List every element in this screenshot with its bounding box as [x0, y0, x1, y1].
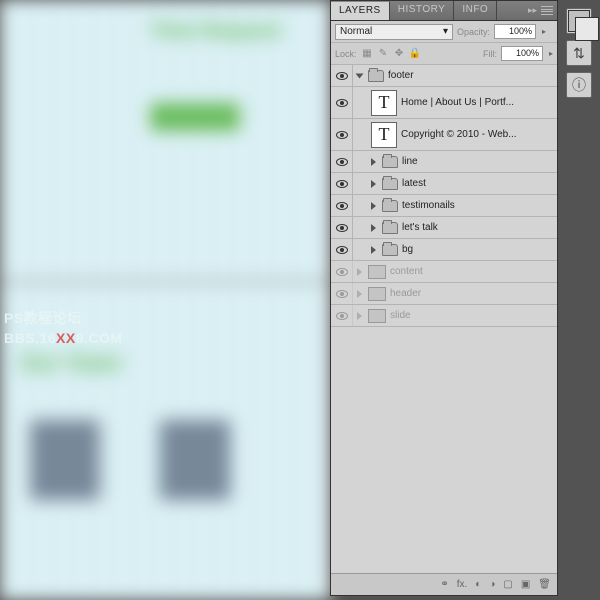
layers-list[interactable]: footer T Home | About Us | Portf... T Copy…: [331, 65, 557, 573]
layer-name[interactable]: footer: [388, 70, 414, 81]
folder-icon: [368, 265, 386, 279]
visibility-toggle[interactable]: [331, 239, 353, 260]
disclosure-icon[interactable]: [356, 73, 364, 78]
visibility-toggle[interactable]: [331, 87, 353, 118]
folder-icon: [382, 156, 398, 168]
disclosure-icon[interactable]: [371, 180, 376, 188]
lock-paint-icon[interactable]: ✎: [377, 48, 390, 59]
link-layers-icon[interactable]: ⚭: [440, 579, 448, 590]
folder-icon: [368, 287, 386, 301]
layer-name[interactable]: line: [402, 156, 418, 167]
tab-history[interactable]: HISTORY: [390, 1, 455, 20]
layer-group-bg[interactable]: bg: [331, 239, 557, 261]
opacity-input[interactable]: 100%: [494, 24, 536, 39]
lock-row: Lock: ▦ ✎ ✥ 🔒 Fill: 100% ▸: [331, 43, 557, 65]
layer-dim-content[interactable]: content: [331, 261, 557, 283]
folder-icon: [368, 309, 386, 323]
layer-dim-slide[interactable]: slide: [331, 305, 557, 327]
visibility-toggle[interactable]: [331, 217, 353, 238]
side-color-swatch[interactable]: [566, 8, 592, 34]
fill-label: Fill:: [483, 49, 497, 59]
tab-layers[interactable]: LAYERS: [331, 1, 390, 20]
blend-mode-select[interactable]: Normal▾: [335, 24, 453, 40]
layer-group-footer[interactable]: footer: [331, 65, 557, 87]
new-folder-icon[interactable]: ▢: [503, 579, 512, 590]
fx-icon[interactable]: fx.: [457, 579, 468, 590]
panel-menu-icon[interactable]: [541, 6, 553, 16]
layer-group-latest[interactable]: latest: [331, 173, 557, 195]
collapse-icon[interactable]: ▸▸: [528, 5, 537, 16]
side-tool-adjust[interactable]: ⇅: [566, 40, 592, 66]
disclosure-icon[interactable]: [371, 246, 376, 254]
layer-name[interactable]: Copyright © 2010 - Web...: [401, 129, 517, 140]
side-tool-info[interactable]: ⓘ: [566, 72, 592, 98]
layer-name[interactable]: slide: [390, 310, 411, 321]
folder-icon: [382, 244, 398, 256]
visibility-toggle[interactable]: [331, 195, 353, 216]
opacity-dropdown-icon[interactable]: ▸: [542, 27, 546, 36]
blend-row: Normal▾ Opacity: 100% ▸: [331, 21, 557, 43]
layer-name[interactable]: bg: [402, 244, 413, 255]
adjustment-icon[interactable]: ◑: [489, 579, 495, 590]
layer-name[interactable]: testimonails: [402, 200, 455, 211]
disclosure-icon[interactable]: [371, 224, 376, 232]
layer-name[interactable]: let's talk: [402, 222, 438, 233]
layer-group-testimonails[interactable]: testimonails: [331, 195, 557, 217]
disclosure-icon[interactable]: [371, 202, 376, 210]
mask-icon[interactable]: ◐: [475, 579, 481, 590]
folder-icon: [368, 70, 384, 82]
layer-group-letstalk[interactable]: let's talk: [331, 217, 557, 239]
fill-dropdown-icon[interactable]: ▸: [549, 49, 553, 58]
layers-footer: ⚭ fx. ◐ ◑ ▢ ▣ 🗑: [331, 573, 557, 595]
disclosure-icon[interactable]: [357, 268, 362, 276]
lock-position-icon[interactable]: ✥: [393, 48, 406, 59]
text-layer-icon: T: [371, 122, 397, 148]
watermark-text: PS教程论坛 BBS.16XX8.COM: [4, 308, 123, 348]
disclosure-icon[interactable]: [357, 290, 362, 298]
fill-input[interactable]: 100%: [501, 46, 543, 61]
layer-dim-header[interactable]: header: [331, 283, 557, 305]
text-layer-icon: T: [371, 90, 397, 116]
new-layer-icon[interactable]: ▣: [521, 579, 530, 590]
layer-name[interactable]: header: [390, 288, 421, 299]
trash-icon[interactable]: 🗑: [538, 579, 551, 590]
tab-info[interactable]: INFO: [454, 1, 497, 20]
layer-name[interactable]: latest: [402, 178, 426, 189]
layer-group-line[interactable]: line: [331, 151, 557, 173]
visibility-toggle[interactable]: [331, 173, 353, 194]
panel-tabs: LAYERS HISTORY INFO ▸▸: [331, 1, 557, 21]
opacity-label: Opacity:: [457, 27, 490, 37]
visibility-toggle[interactable]: [331, 65, 353, 86]
lock-transparency-icon[interactable]: ▦: [361, 48, 374, 59]
layers-panel: LAYERS HISTORY INFO ▸▸ Normal▾ Opacity: …: [330, 0, 558, 596]
visibility-toggle[interactable]: [331, 151, 353, 172]
lock-all-icon[interactable]: 🔒: [409, 48, 422, 59]
disclosure-icon[interactable]: [371, 158, 376, 166]
blurred-canvas: Time Request Our Team: [0, 0, 330, 600]
visibility-toggle[interactable]: [331, 283, 353, 304]
folder-icon: [382, 178, 398, 190]
lock-label: Lock:: [335, 49, 357, 59]
side-toolstrip: ⇅ ⓘ: [564, 2, 594, 98]
folder-icon: [382, 200, 398, 212]
visibility-toggle[interactable]: [331, 119, 353, 150]
folder-icon: [382, 222, 398, 234]
disclosure-icon[interactable]: [357, 312, 362, 320]
layer-text-nav[interactable]: T Home | About Us | Portf...: [331, 87, 557, 119]
layer-name[interactable]: content: [390, 266, 423, 277]
layer-text-copyright[interactable]: T Copyright © 2010 - Web...: [331, 119, 557, 151]
visibility-toggle[interactable]: [331, 305, 353, 326]
visibility-toggle[interactable]: [331, 261, 353, 282]
layer-name[interactable]: Home | About Us | Portf...: [401, 97, 514, 108]
